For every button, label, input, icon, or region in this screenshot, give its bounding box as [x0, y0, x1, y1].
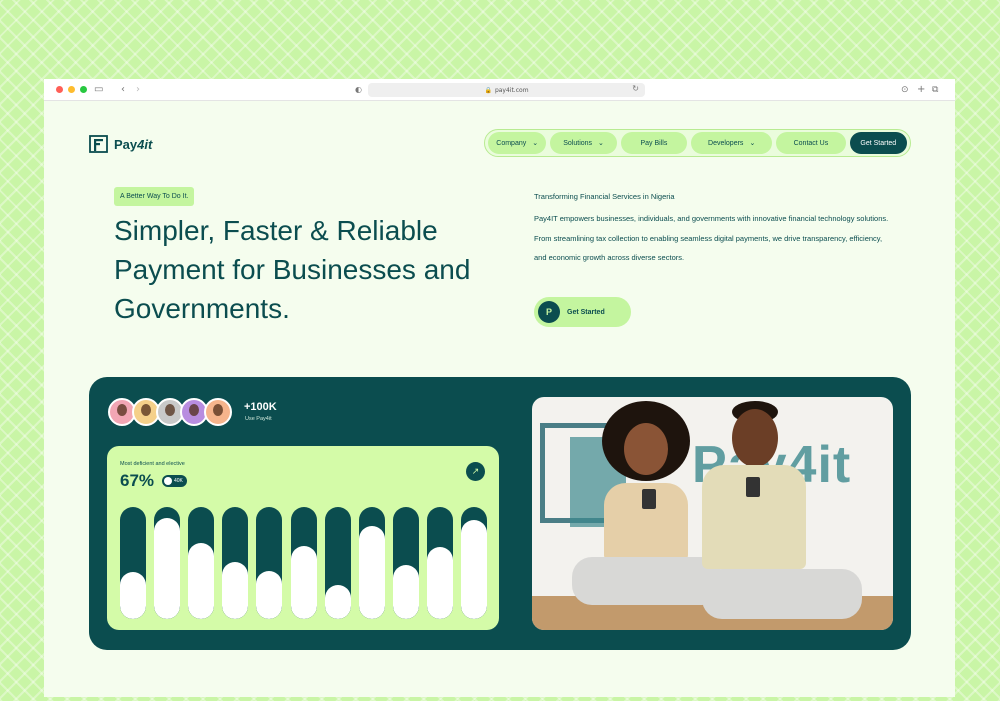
sidebar-toggle-icon[interactable]: ▭: [94, 83, 103, 97]
logo-text: Pay4it: [114, 136, 153, 152]
stats-chart-card: Most deficient and elective 67% 40K ↗: [107, 446, 499, 630]
maximize-window-button[interactable]: [80, 86, 87, 93]
arrow-up-right-icon[interactable]: ↗: [466, 462, 485, 481]
minimize-window-button[interactable]: [68, 86, 75, 93]
bar-track: [222, 507, 249, 619]
users-count: +100K: [244, 401, 277, 413]
bar: [256, 570, 283, 619]
bar-track: [120, 507, 146, 619]
privacy-shield-icon[interactable]: ◐: [355, 83, 362, 97]
bar: [358, 526, 385, 619]
hero-description: Pay4IT empowers businesses, individuals,…: [534, 214, 889, 262]
bar: [188, 542, 215, 619]
chart-badge: 40K: [162, 475, 187, 487]
window-controls: [56, 86, 87, 93]
toggle-dot-icon: [164, 477, 172, 485]
hero-get-started-button[interactable]: P Get Started: [534, 297, 631, 327]
bar-track: [256, 507, 283, 619]
hero-photo: Pay4it: [532, 397, 893, 630]
tabs-overview-icon[interactable]: ⧉: [932, 83, 938, 97]
chevron-down-icon: ⌄: [749, 140, 756, 147]
user-avatars: [108, 398, 232, 426]
nav-company[interactable]: Company ⌄: [488, 132, 547, 154]
reload-icon[interactable]: ↻: [632, 84, 639, 93]
hero-subtitle: Transforming Financial Services in Niger…: [534, 192, 675, 201]
close-window-button[interactable]: [56, 86, 63, 93]
bar-track: [392, 507, 419, 619]
chevron-down-icon: ⌄: [598, 140, 604, 147]
bar: [461, 520, 487, 619]
hero-headline: Simpler, Faster & Reliable Payment for B…: [114, 215, 471, 324]
showcase-panel: +100K Use Pay4it Most deficient and elec…: [89, 377, 911, 650]
bar-track: [290, 507, 317, 619]
nav-developers[interactable]: Developers ⌄: [691, 132, 773, 154]
bar-track: [188, 507, 215, 619]
browser-toolbar: ▭ ‹ › ◐ 🔒 pay4it.com ↻ ⊙ + ⧉: [44, 79, 955, 101]
bar-track: [461, 507, 487, 619]
nav-get-started-button[interactable]: Get Started: [849, 132, 907, 154]
nav-solutions[interactable]: Solutions ⌄: [550, 132, 617, 154]
bar: [154, 518, 181, 619]
new-tab-icon[interactable]: +: [917, 83, 925, 97]
pay4it-mark-icon: P: [538, 301, 560, 323]
bar: [222, 561, 249, 619]
bar-track: [324, 507, 351, 619]
url-text: pay4it.com: [494, 86, 529, 94]
nav-contact-us[interactable]: Contact Us: [776, 132, 846, 154]
bar: [290, 546, 317, 619]
download-icon[interactable]: ⊙: [901, 83, 909, 97]
bar: [120, 571, 146, 619]
forward-icon[interactable]: ›: [136, 83, 140, 97]
avatar: [204, 398, 232, 426]
users-label: Use Pay4it: [245, 416, 272, 422]
logo[interactable]: Pay4it: [88, 133, 152, 155]
back-icon[interactable]: ‹: [121, 83, 125, 97]
lock-icon: 🔒: [484, 86, 492, 94]
bar-track: [426, 507, 453, 619]
address-bar[interactable]: 🔒 pay4it.com ↻: [368, 83, 645, 97]
browser-window: ▭ ‹ › ◐ 🔒 pay4it.com ↻ ⊙ + ⧉ Pay4it Comp…: [44, 79, 955, 697]
bar: [392, 565, 419, 619]
bar-chart: [120, 507, 487, 619]
bar-track: [358, 507, 385, 619]
chevron-down-icon: ⌄: [532, 140, 539, 147]
chart-percentage: 67%: [120, 471, 155, 490]
logo-icon: [89, 135, 108, 153]
bar: [324, 585, 351, 619]
chart-label: Most deficient and elective: [120, 461, 185, 467]
bar: [426, 547, 453, 619]
main-nav: Company ⌄ Solutions ⌄ Pay Bills Developers…: [484, 129, 911, 157]
tagline-badge: A Better Way To Do It.: [114, 187, 195, 206]
nav-pay-bills[interactable]: Pay Bills: [620, 132, 688, 154]
bar-track: [154, 507, 181, 619]
